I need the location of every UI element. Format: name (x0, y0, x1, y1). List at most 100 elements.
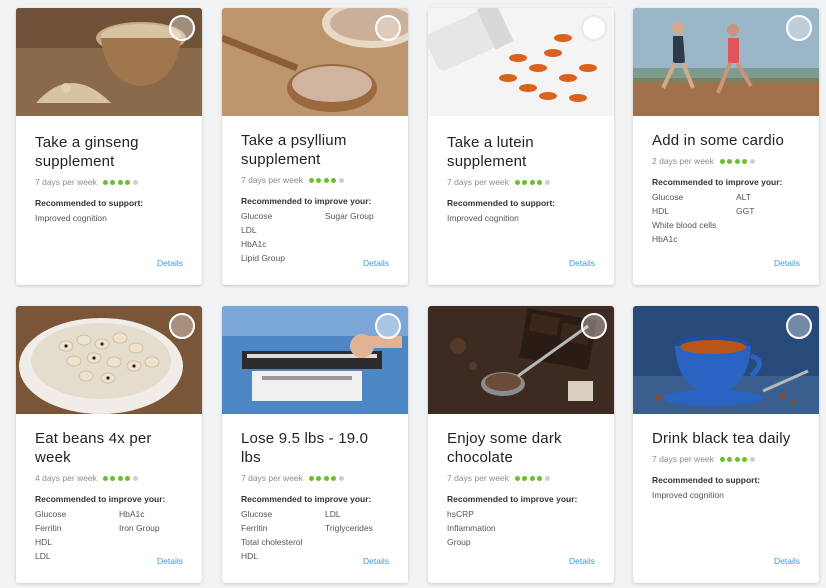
select-checkbox[interactable] (581, 313, 607, 339)
frequency-dot (316, 475, 322, 481)
frequency-dot (529, 179, 535, 185)
metric-item (531, 509, 595, 520)
frequency-dot (727, 456, 733, 462)
metric-item (119, 537, 183, 548)
frequency-dots (719, 456, 758, 462)
softgel-capsules-image (428, 8, 614, 116)
frequency-dot (323, 475, 329, 481)
metric-item: HbA1c (241, 239, 267, 249)
metric-list: hsCRP Inflammation Group (447, 509, 595, 548)
frequency-row: 2 days per week (652, 156, 800, 166)
recommendation-card[interactable]: Take a lutein supplement 7 days per week… (428, 8, 614, 285)
metric-item: HDL (652, 206, 670, 216)
details-link[interactable]: Details (569, 258, 595, 268)
metric-item: HbA1c (119, 509, 145, 519)
metric-item: LDL (241, 225, 257, 235)
recommendation-card[interactable]: Take a psyllium supplement 7 days per we… (222, 8, 408, 285)
frequency-dot (537, 475, 543, 481)
recommendation-card[interactable]: Lose 9.5 lbs - 19.0 lbs 7 days per week … (222, 306, 408, 583)
frequency-dot (338, 177, 344, 183)
metric-item: Glucose (241, 509, 273, 519)
metric-list: Glucose LDL Ferritin Triglycerides Total cho… (241, 509, 389, 562)
details-link[interactable]: Details (363, 556, 389, 566)
card-title: Lose 9.5 lbs - 19.0 lbs (241, 430, 369, 466)
card-title: Drink black tea daily (652, 430, 791, 447)
ginseng-powder-image (16, 8, 202, 116)
frequency-dot (742, 158, 748, 164)
recommendations-grid: Take a ginseng supplement 7 days per wee… (0, 0, 826, 588)
select-checkbox[interactable] (169, 313, 195, 339)
frequency-dot (734, 456, 740, 462)
metric-item: Triglycerides (325, 523, 373, 533)
frequency-dot (749, 456, 755, 462)
select-checkbox[interactable] (581, 15, 607, 41)
frequency-dots (308, 177, 347, 183)
metric-list: Improved cognition (652, 490, 800, 501)
frequency-dot (719, 456, 725, 462)
metric-item: GGT (736, 206, 755, 216)
frequency-dots (719, 158, 758, 164)
card-title: Take a psyllium supplement (241, 132, 347, 168)
metric-item: HDL (241, 551, 259, 561)
metric-item: Glucose (652, 192, 684, 202)
frequency-text: 7 days per week (35, 177, 97, 187)
frequency-dot (132, 179, 138, 185)
card-title: Eat beans 4x per week (35, 430, 152, 466)
runners-image (633, 8, 819, 116)
frequency-row: 7 days per week (652, 454, 800, 464)
details-link[interactable]: Details (569, 556, 595, 566)
frequency-dot (331, 475, 337, 481)
frequency-dot (110, 475, 116, 481)
details-link[interactable]: Details (774, 258, 800, 268)
select-checkbox[interactable] (375, 313, 401, 339)
frequency-dots (308, 475, 347, 481)
frequency-dot (316, 177, 322, 183)
recommendation-card[interactable]: Add in some cardio 2 days per week Recom… (633, 8, 819, 285)
frequency-text: 4 days per week (35, 473, 97, 483)
details-link[interactable]: Details (157, 258, 183, 268)
details-link[interactable]: Details (157, 556, 183, 566)
frequency-dot (514, 179, 520, 185)
select-checkbox[interactable] (786, 15, 812, 41)
metric-list: Glucose HbA1c Ferritin Iron Group HDL LDL (35, 509, 183, 562)
frequency-dot (719, 158, 725, 164)
metric-list: Glucose Sugar Group LDL HbA1c Lipid Group (241, 211, 389, 264)
metric-item (736, 220, 800, 231)
frequency-text: 7 days per week (241, 473, 303, 483)
frequency-dot (125, 179, 131, 185)
recommendation-card[interactable]: Take a ginseng supplement 7 days per wee… (16, 8, 202, 285)
frequency-dot (514, 475, 520, 481)
metric-item: LDL (325, 509, 341, 519)
metric-item (531, 537, 595, 548)
metric-item: Total cholesterol (241, 537, 303, 547)
frequency-text: 7 days per week (447, 473, 509, 483)
recommendation-card[interactable]: Eat beans 4x per week 4 days per week Re… (16, 306, 202, 583)
details-link[interactable]: Details (774, 556, 800, 566)
black-tea-cup-image (633, 306, 819, 414)
frequency-text: 7 days per week (241, 175, 303, 185)
recommendation-heading: Recommended to support: (35, 198, 144, 208)
frequency-dot (529, 475, 535, 481)
frequency-dot (323, 177, 329, 183)
frequency-dot (522, 179, 528, 185)
frequency-dot (331, 177, 337, 183)
metric-item: Lipid Group (241, 253, 285, 263)
metric-item (325, 225, 389, 236)
recommendation-card[interactable]: Enjoy some dark chocolate 7 days per wee… (428, 306, 614, 583)
select-checkbox[interactable] (786, 313, 812, 339)
recommendation-card[interactable]: Drink black tea daily 7 days per week Re… (633, 306, 819, 583)
card-title: Enjoy some dark chocolate (447, 430, 562, 466)
metric-item (531, 523, 595, 534)
select-checkbox[interactable] (169, 15, 195, 41)
metric-item: Iron Group (119, 523, 160, 533)
frequency-dot (544, 179, 550, 185)
frequency-row: 7 days per week (241, 175, 389, 185)
select-checkbox[interactable] (375, 15, 401, 41)
recommendation-heading: Recommended to improve your: (241, 494, 372, 504)
psyllium-spoon-image (222, 8, 408, 116)
metric-item (325, 239, 389, 250)
recommendation-heading: Recommended to support: (447, 198, 556, 208)
recommendation-heading: Recommended to improve your: (35, 494, 166, 504)
recommendation-heading: Recommended to support: (652, 475, 761, 485)
details-link[interactable]: Details (363, 258, 389, 268)
